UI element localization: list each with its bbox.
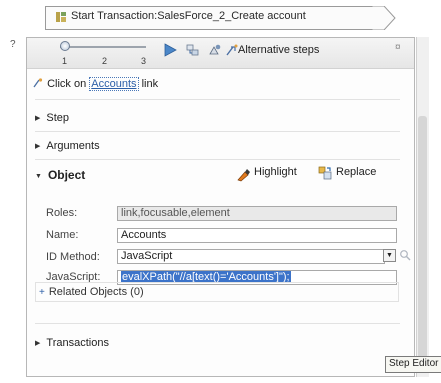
alternative-steps-button[interactable]: Alternative steps xyxy=(238,44,319,56)
divider xyxy=(35,159,400,160)
slider-tick-1: 1 xyxy=(62,56,68,66)
step-editor-tooltip: Step Editor xyxy=(385,356,441,373)
play-icon[interactable] xyxy=(163,43,177,57)
step-description: Click on Accounts link xyxy=(33,77,159,91)
name-label: Name: xyxy=(46,229,79,241)
related-objects-toggle[interactable]: + Related Objects (0) xyxy=(39,286,144,298)
stray-mark: ? xyxy=(10,39,16,50)
click-icon xyxy=(33,78,43,88)
search-icon[interactable] xyxy=(399,249,411,261)
id-method-select[interactable]: JavaScript xyxy=(117,249,385,264)
alternative-steps-icon[interactable] xyxy=(225,43,239,57)
related-objects-label: Related Objects (0) xyxy=(48,286,144,298)
divider xyxy=(35,323,400,324)
pin-icon[interactable]: ¤ xyxy=(395,42,401,53)
section-object-label: Object xyxy=(47,168,86,182)
replace-button[interactable]: Replace xyxy=(336,166,376,178)
step-into-icon[interactable] xyxy=(186,43,200,57)
expand-plus-icon: + xyxy=(39,287,45,298)
slider-tick-2: 2 xyxy=(102,56,108,66)
collapsed-caret-icon: ▶ xyxy=(35,143,41,150)
collapsed-caret-icon: ▶ xyxy=(35,115,41,122)
section-step[interactable]: ▶ Step xyxy=(35,112,69,124)
step-object-type: link xyxy=(141,78,159,90)
section-transactions[interactable]: ▶ Transactions xyxy=(35,337,109,349)
object-link[interactable]: Accounts xyxy=(89,77,139,91)
section-object[interactable]: ▼ Object xyxy=(35,168,85,182)
banner-arrow-tip xyxy=(372,6,396,30)
step-slider-track[interactable] xyxy=(60,46,146,48)
id-method-label: ID Method: xyxy=(46,251,100,263)
divider xyxy=(35,131,400,132)
slider-tick-3: 3 xyxy=(141,56,147,66)
expanded-caret-icon: ▼ xyxy=(35,173,42,180)
roles-field: link,focusable,element xyxy=(117,206,397,221)
name-field[interactable]: Accounts xyxy=(117,228,397,243)
transaction-icon xyxy=(56,12,66,22)
section-arguments[interactable]: ▶ Arguments xyxy=(35,140,100,152)
divider xyxy=(35,99,400,100)
section-step-label: Step xyxy=(46,112,70,124)
chevron-down-icon[interactable]: ▼ xyxy=(383,249,396,262)
step-slider-thumb[interactable] xyxy=(60,41,70,51)
highlight-button[interactable]: Highlight xyxy=(254,166,297,178)
step-action-text: Click on xyxy=(47,78,87,90)
section-arguments-label: Arguments xyxy=(46,140,100,152)
highlight-icon[interactable] xyxy=(236,168,252,182)
transaction-label: Start Transaction:SalesForce_2_Create ac… xyxy=(71,10,306,22)
collapsed-caret-icon: ▶ xyxy=(35,340,41,347)
replace-icon[interactable] xyxy=(318,166,332,180)
section-transactions-label: Transactions xyxy=(46,337,109,349)
scrollbar-thumb[interactable] xyxy=(418,116,427,366)
record-icon[interactable] xyxy=(208,43,222,57)
roles-label: Roles: xyxy=(46,207,78,219)
